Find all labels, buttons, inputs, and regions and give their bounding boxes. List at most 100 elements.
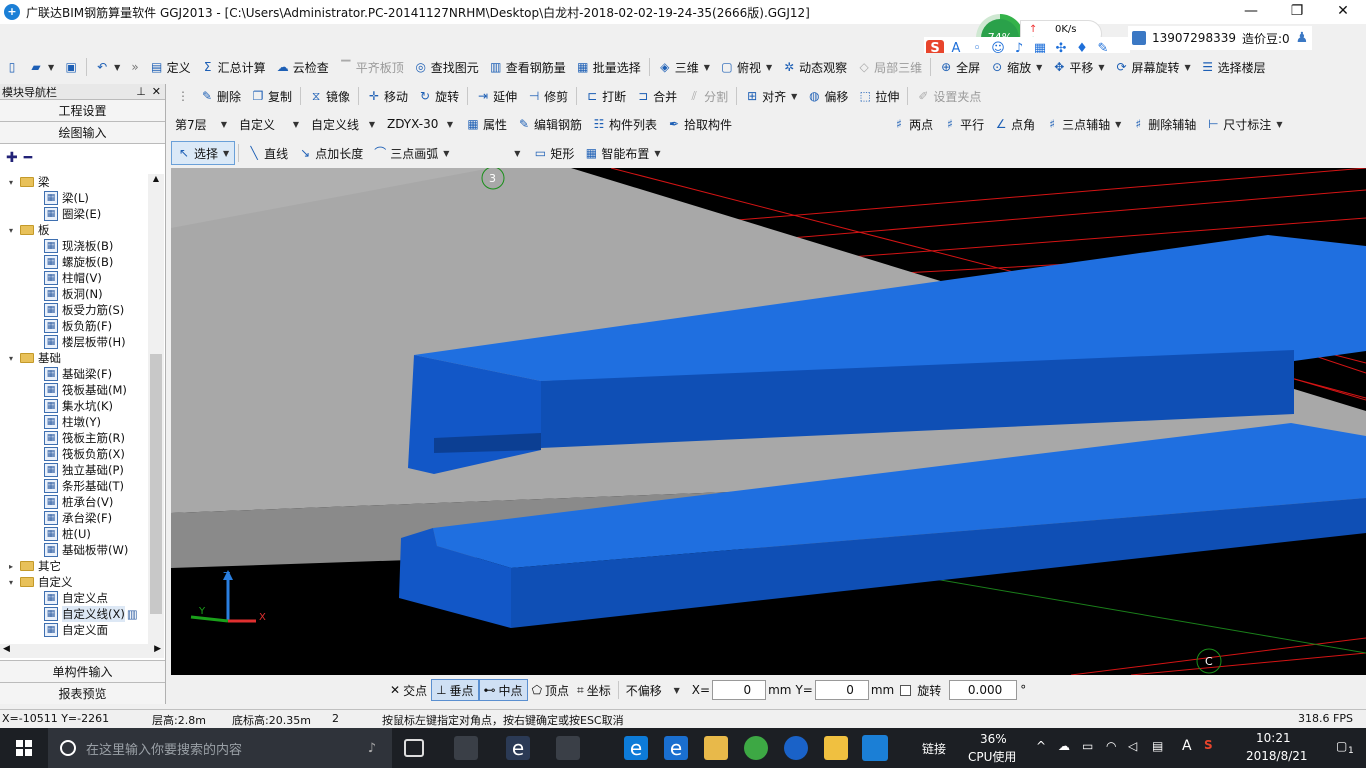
new-file-button[interactable]: ▯	[0, 55, 24, 79]
expand-arrow-icon[interactable]: ▸	[6, 562, 16, 571]
undo-button[interactable]: ↶ ▼	[90, 55, 125, 79]
tray-date[interactable]: 2018/8/21	[1246, 749, 1308, 763]
y-input[interactable]: 0	[814, 680, 869, 700]
collapse-arrow-icon[interactable]: ▾	[6, 178, 16, 187]
top-view-button[interactable]: ▢ 俯视 ▼	[715, 55, 777, 79]
tree-item[interactable]: ▦ 自定义点	[0, 590, 148, 606]
tree-item[interactable]: ▦ 条形基础(T)	[0, 478, 148, 494]
tree-item[interactable]: ▦ 筏板基础(M)	[0, 382, 148, 398]
tray-time[interactable]: 10:21	[1256, 731, 1291, 745]
copy-button[interactable]: ❐ 复制	[246, 84, 297, 108]
tray-expand-icon[interactable]: ^	[1036, 739, 1046, 753]
edge-browser-icon[interactable]: e	[624, 736, 648, 760]
ie-browser-icon[interactable]: e	[664, 736, 688, 760]
component-list-button[interactable]: ☷ 构件列表	[587, 112, 662, 136]
tray-cloud-icon[interactable]: ☁	[1058, 739, 1070, 753]
two-point-axis-button[interactable]: ♯ 两点	[887, 112, 938, 136]
tree-item[interactable]: ▦ 自定义线(X) ▥	[0, 606, 148, 622]
collapse-all-icon[interactable]: ━	[24, 150, 32, 166]
type-select[interactable]: 自定义线 ▼	[307, 114, 379, 134]
file-explorer-icon[interactable]	[704, 736, 728, 760]
minimize-button[interactable]: —	[1228, 0, 1274, 24]
task-view-icon[interactable]	[404, 739, 424, 757]
offset-mode-select[interactable]: 不偏移 ▼	[622, 680, 684, 700]
category-select[interactable]: 自定义 ▼	[235, 114, 303, 134]
perpendicular-button[interactable]: ⊥ 垂点	[431, 679, 479, 701]
rectangle-button[interactable]: ▭ 矩形	[528, 141, 579, 165]
tab-report-preview[interactable]: 报表预览	[0, 682, 165, 704]
start-button[interactable]	[0, 728, 48, 768]
tree-item[interactable]: ▦ 柱墩(Y)	[0, 414, 148, 430]
intersection-button[interactable]: ✕ 交点	[386, 679, 431, 701]
tree-item[interactable]: ▦ 螺旋板(B)	[0, 254, 148, 270]
split-button[interactable]: ⫽ 分割	[682, 84, 733, 108]
dropdown-arrow-icon[interactable]: ▼	[1115, 120, 1121, 129]
floor-select-button[interactable]: ☰ 选择楼层	[1196, 55, 1271, 79]
tree-folder[interactable]: ▾ 自定义	[0, 574, 148, 590]
user-phone[interactable]: 13907298339	[1152, 31, 1236, 45]
component-select[interactable]: ZDYX-30 ▼	[383, 114, 457, 134]
break-button[interactable]: ⊏ 打断	[580, 84, 631, 108]
mirror-button[interactable]: ⧖ 镜像	[304, 84, 355, 108]
tree-folder[interactable]: ▸ 其它	[0, 558, 148, 574]
collapse-arrow-icon[interactable]: ▾	[6, 578, 16, 587]
screen-rotate-button[interactable]: ⟳ 屏幕旋转 ▼	[1110, 55, 1196, 79]
pan-button[interactable]: ✥ 平移 ▼	[1047, 55, 1109, 79]
list-icon[interactable]: ▥	[127, 607, 138, 621]
dropdown-arrow-icon[interactable]: ▼	[443, 149, 449, 158]
viewport-scene[interactable]: 3 C Z X Y	[171, 168, 1366, 675]
rotate-button[interactable]: ↻ 旋转	[413, 84, 464, 108]
tree-item[interactable]: ▦ 集水坑(K)	[0, 398, 148, 414]
notification-bell-icon[interactable]: ♟	[1296, 30, 1309, 46]
properties-button[interactable]: ▦ 属性	[461, 112, 512, 136]
parallel-axis-button[interactable]: ♯ 平行	[938, 112, 989, 136]
three-point-axis-button[interactable]: ♯ 三点辅轴 ▼	[1040, 112, 1126, 136]
point-angle-button[interactable]: ∠ 点角	[989, 112, 1040, 136]
arc-button[interactable]: ⌒ 三点画弧 ▼	[368, 141, 454, 165]
tree-item[interactable]: ▦ 柱帽(V)	[0, 270, 148, 286]
tray-wifi-icon[interactable]: ◠	[1106, 739, 1116, 753]
stretch-button[interactable]: ⬚ 拉伸	[853, 84, 904, 108]
delete-button[interactable]: ✎ 删除	[195, 84, 246, 108]
tree-scrollbar[interactable]: ▲	[148, 174, 164, 644]
dropdown-arrow-icon[interactable]: ▼	[704, 63, 710, 72]
tab-single-component-input[interactable]: 单构件输入	[0, 660, 165, 682]
tree-item[interactable]: ▦ 自定义面	[0, 622, 148, 638]
offset-button[interactable]: ◍ 偏移	[802, 84, 853, 108]
move-button[interactable]: ✛ 移动	[362, 84, 413, 108]
dropdown-arrow-icon[interactable]: ▼	[766, 63, 772, 72]
panel-close-icon[interactable]: ✕	[152, 85, 161, 98]
tray-notification-icon[interactable]: ▢	[1336, 739, 1347, 753]
fullscreen-button[interactable]: ⊕ 全屏	[934, 55, 985, 79]
coordinate-button[interactable]: ⌗ 坐标	[573, 679, 615, 701]
tree-item[interactable]: ▦ 独立基础(P)	[0, 462, 148, 478]
toolbar-overflow-icon[interactable]: »	[131, 60, 138, 74]
collapse-arrow-icon[interactable]: ▾	[6, 354, 16, 363]
align-top-button[interactable]: ▔ 平齐板顶	[334, 55, 409, 79]
dropdown-arrow-icon[interactable]: ▼	[1185, 63, 1191, 72]
pin-icon[interactable]: ⊥	[136, 85, 146, 98]
merge-button[interactable]: ⊐ 合并	[631, 84, 682, 108]
tree-item[interactable]: ▦ 桩(U)	[0, 526, 148, 542]
tray-battery-icon[interactable]: ▭	[1082, 739, 1093, 753]
360-browser-icon[interactable]	[744, 736, 768, 760]
midpoint-button[interactable]: ⊷ 中点	[478, 679, 528, 701]
tray-link-label[interactable]: 链接	[922, 740, 946, 757]
batch-select-button[interactable]: ▦ 批量选择	[571, 55, 646, 79]
collapse-arrow-icon[interactable]: ▾	[6, 226, 16, 235]
tree-scroll-thumb[interactable]	[150, 354, 162, 614]
rebar-view-button[interactable]: ▥ 查看钢筋量	[484, 55, 571, 79]
rotate-checkbox[interactable]	[900, 684, 912, 696]
tree-folder[interactable]: ▾ 板	[0, 222, 148, 238]
x-input[interactable]: 0	[712, 680, 767, 700]
close-button[interactable]: ✕	[1320, 0, 1366, 24]
dimension-button[interactable]: ⊢ 尺寸标注 ▼	[1201, 112, 1287, 136]
align-button[interactable]: ⊞ 对齐 ▼	[740, 84, 802, 108]
delete-axis-button[interactable]: ♯ 删除辅轴	[1126, 112, 1201, 136]
local-3d-button[interactable]: ◇ 局部三维	[852, 55, 927, 79]
pick-component-button[interactable]: ✒ 拾取构件	[662, 112, 737, 136]
rotate-input[interactable]: 0.000	[949, 680, 1018, 700]
vertex-button[interactable]: ⬠ 顶点	[528, 679, 573, 701]
tree-item[interactable]: ▦ 承台梁(F)	[0, 510, 148, 526]
orbit-button[interactable]: ✲ 动态观察	[777, 55, 852, 79]
